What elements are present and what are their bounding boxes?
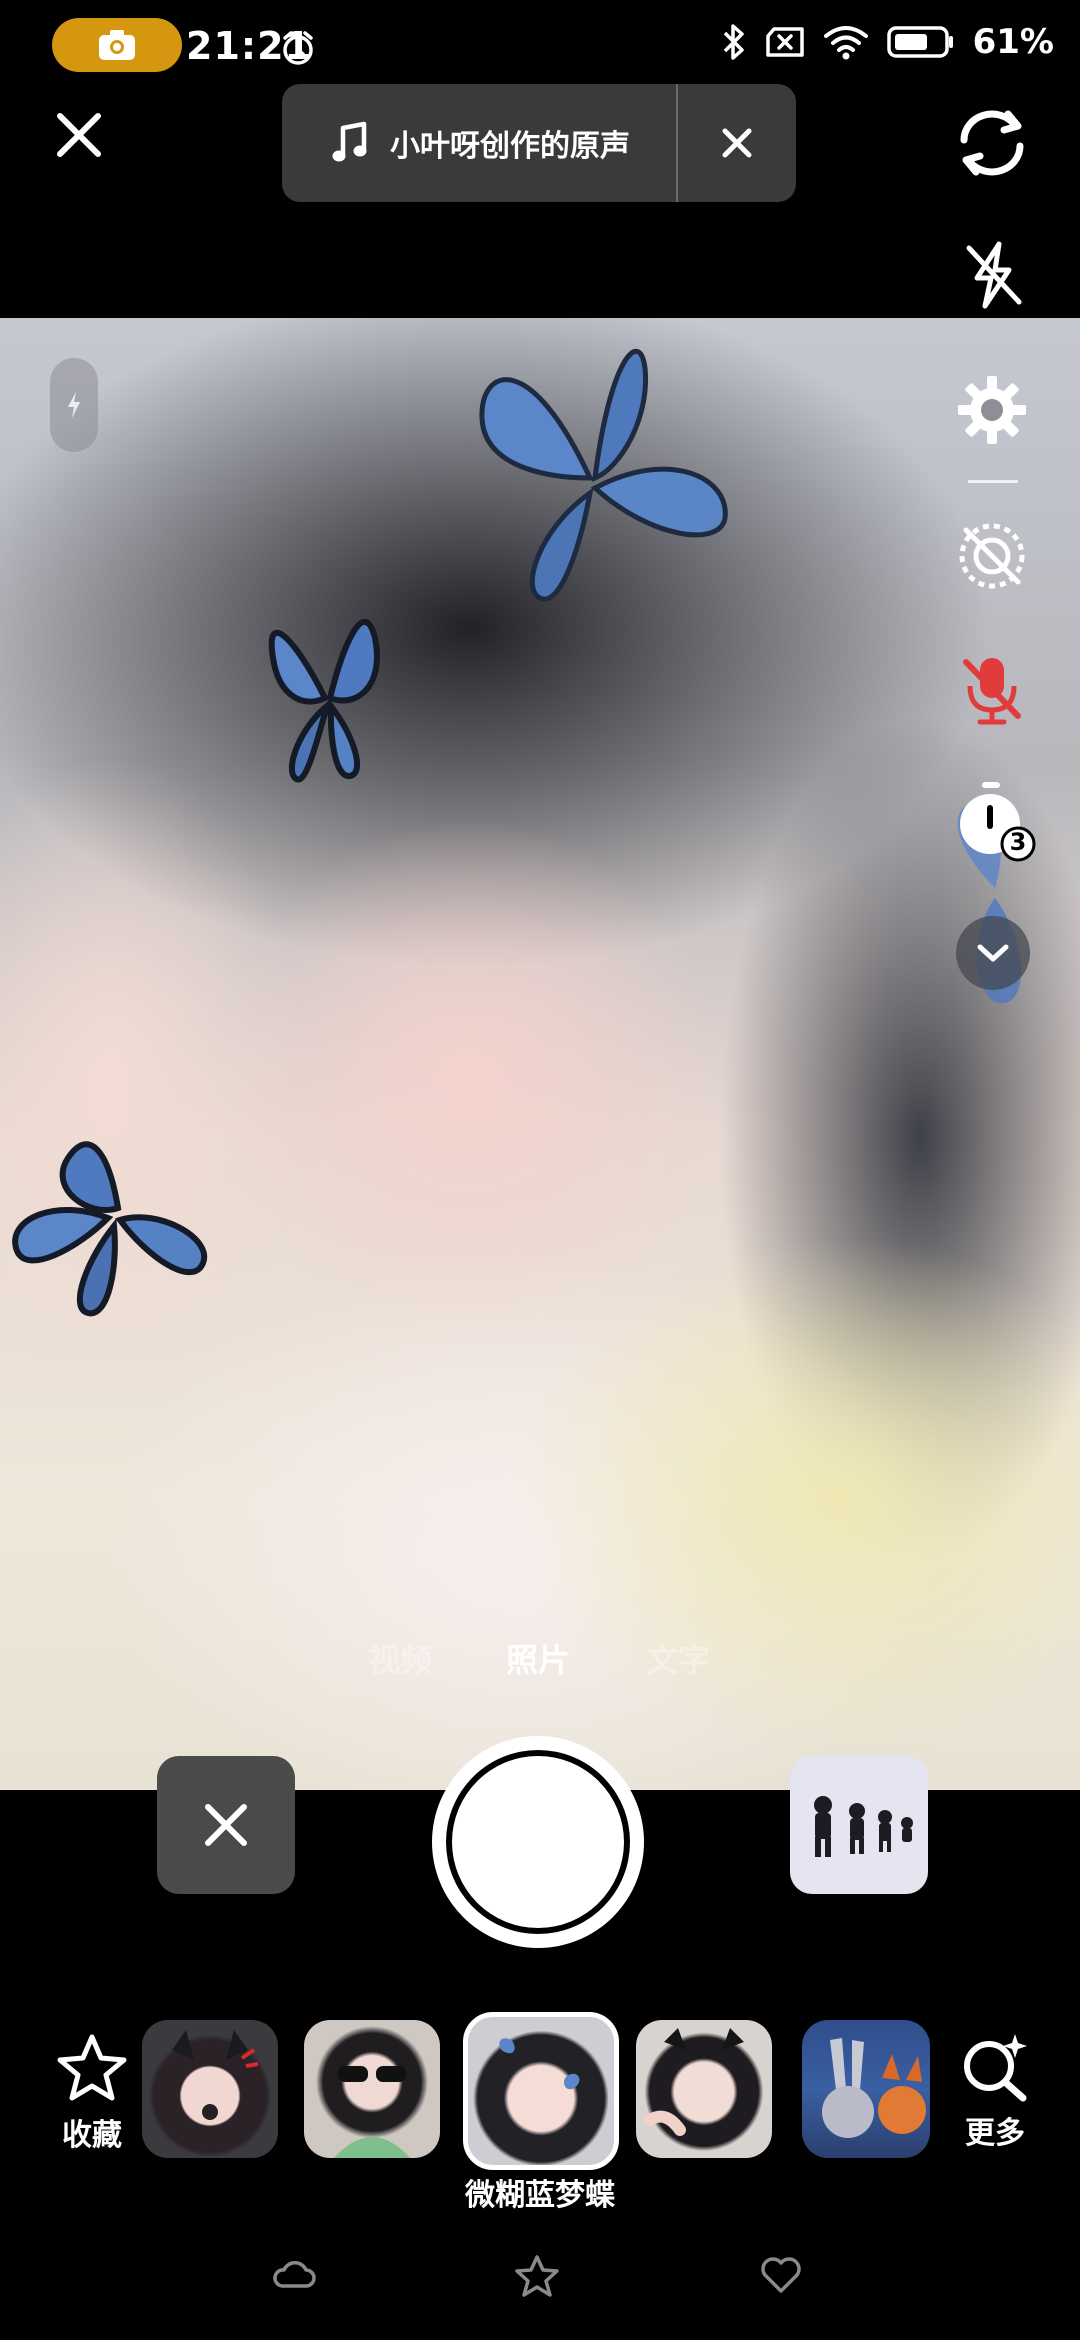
camera-icon <box>99 30 135 60</box>
gallery-preview-image <box>814 1796 913 1857</box>
star-icon[interactable] <box>514 2254 560 2298</box>
sim-x-icon <box>765 27 804 57</box>
music-title-area[interactable]: 小叶呀创作的原声 <box>282 84 676 202</box>
camera-preview[interactable] <box>0 318 1080 1790</box>
tab-text[interactable]: 文字 <box>646 1635 710 1681</box>
search-sparkle-icon <box>964 2034 1027 2102</box>
more-effects-button[interactable]: 更多 <box>950 2030 1040 2152</box>
bluetooth-icon <box>723 24 744 60</box>
lightning-icon <box>68 392 80 418</box>
beauty-toggle[interactable] <box>952 516 1032 596</box>
discard-button[interactable] <box>157 1756 295 1894</box>
camera-in-use-indicator <box>52 18 182 72</box>
cloud-icon[interactable] <box>272 2258 316 2290</box>
flip-camera-icon[interactable] <box>952 110 1032 176</box>
shutter-inner[interactable] <box>452 1756 624 1928</box>
effect-item[interactable] <box>802 2020 930 2158</box>
battery-icon <box>886 26 953 58</box>
selected-effect-label: 微糊蓝梦蝶 <box>465 2178 615 2213</box>
effect-thumbnail <box>172 2030 259 2120</box>
tab-photo[interactable]: 照片 <box>506 1635 570 1681</box>
effect-thumbnail <box>334 2066 410 2158</box>
favorites-label: 收藏 <box>62 2118 122 2153</box>
close-icon <box>722 128 752 158</box>
butterfly-effect-icon <box>12 1141 208 1317</box>
butterfly-effect-icon <box>479 348 728 602</box>
timer-icon <box>960 782 1036 862</box>
effect-item[interactable] <box>304 2020 440 2158</box>
flash-off-icon <box>966 241 1022 309</box>
timer-badge: 3 <box>1009 828 1027 856</box>
effect-item-selected[interactable] <box>463 2012 619 2170</box>
heart-icon[interactable] <box>760 2256 802 2294</box>
gallery-thumbnail[interactable] <box>790 1756 928 1894</box>
effect-thumbnail <box>644 2028 744 2136</box>
expand-down-icon <box>977 944 1009 962</box>
beauty-off-icon <box>959 523 1025 589</box>
close-icon[interactable] <box>54 110 104 160</box>
flash-indicator[interactable] <box>50 358 98 452</box>
wifi-icon <box>823 26 868 60</box>
more-tools-button[interactable] <box>956 916 1030 990</box>
star-icon <box>57 2034 127 2101</box>
favorites-button[interactable]: 收藏 <box>52 2032 132 2154</box>
effect-thumbnail <box>499 2038 580 2090</box>
mic-toggle[interactable] <box>952 650 1032 730</box>
close-icon <box>205 1804 247 1846</box>
settings-icon <box>958 376 1026 444</box>
remove-music-button[interactable] <box>678 84 796 202</box>
music-note-icon <box>332 121 367 162</box>
effect-item[interactable] <box>636 2020 772 2158</box>
alarm-icon <box>283 31 313 65</box>
music-selector[interactable]: 小叶呀创作的原声 <box>282 84 796 202</box>
effect-thumbnail <box>822 2038 926 2138</box>
flash-toggle[interactable] <box>954 236 1032 314</box>
more-label: 更多 <box>965 2116 1025 2151</box>
butterfly-effect-icon <box>268 619 380 783</box>
mic-off-icon <box>963 658 1021 725</box>
battery-percent: 61% <box>972 22 1054 62</box>
timer-button[interactable]: 3 <box>950 780 1040 870</box>
tab-video[interactable]: 视频 <box>368 1635 432 1681</box>
settings-button[interactable] <box>952 370 1032 450</box>
effect-item[interactable] <box>142 2020 278 2158</box>
music-title: 小叶呀创作的原声 <box>390 129 630 164</box>
status-icons: 61% <box>721 22 1054 62</box>
tools-divider <box>968 480 1018 483</box>
